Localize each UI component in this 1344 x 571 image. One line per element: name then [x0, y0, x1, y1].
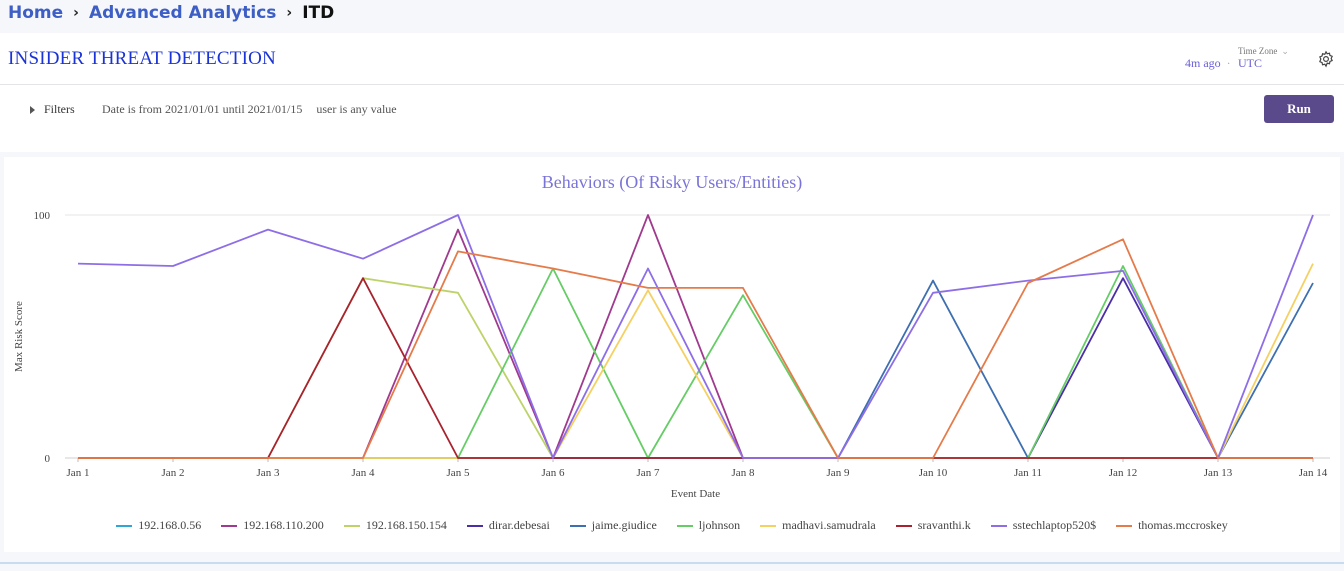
legend-swatch: [466, 524, 483, 527]
legend-item[interactable]: dirar.debesai: [466, 518, 550, 533]
x-tick-label: Jan 13: [1204, 467, 1233, 479]
chart-legend: 192.168.0.56 192.168.110.200 192.168.150.1…: [0, 518, 1344, 533]
series-line-sravanthi-k: [78, 277, 1313, 459]
legend-label: 192.168.150.154: [365, 518, 447, 532]
legend-item[interactable]: sravanthi.k: [895, 518, 971, 533]
y-tick-label: 100: [34, 210, 51, 222]
x-tick-label: Jan 3: [257, 467, 280, 479]
legend-swatch: [990, 524, 1007, 527]
legend-label: madhavi.samudrala: [782, 518, 876, 532]
legend-swatch: [116, 524, 133, 527]
x-tick-label: Jan 9: [827, 467, 850, 479]
series-line-thomas-mccroskey: [78, 238, 1313, 459]
x-tick-label: Jan 12: [1109, 467, 1137, 479]
legend-item[interactable]: thomas.mccroskey: [1116, 518, 1228, 533]
legend-item[interactable]: 192.168.110.200: [221, 518, 324, 533]
x-axis-label: Event Date: [671, 488, 720, 500]
legend-label: thomas.mccroskey: [1138, 518, 1228, 532]
series-line-madhavi-samudrala: [78, 263, 1314, 459]
legend-swatch: [343, 524, 360, 527]
legend-item[interactable]: ljohnson: [676, 518, 741, 533]
legend-label: jaime.giudice: [591, 518, 657, 532]
legend-swatch: [221, 524, 238, 527]
y-axis-label: Max Risk Score: [13, 301, 25, 372]
legend-label: 192.168.0.56: [138, 518, 202, 532]
x-tick-label: Jan 4: [352, 467, 375, 479]
legend-label: 192.168.110.200: [243, 518, 324, 532]
x-tick-label: Jan 14: [1299, 467, 1328, 479]
legend-item[interactable]: 192.168.150.154: [343, 518, 447, 533]
legend-label: ljohnson: [698, 518, 741, 532]
legend-item[interactable]: madhavi.samudrala: [760, 518, 876, 533]
legend-item[interactable]: jaime.giudice: [569, 518, 657, 533]
legend-item[interactable]: 192.168.0.56: [116, 518, 201, 533]
x-tick-label: Jan 5: [447, 467, 470, 479]
x-tick-label: Jan 11: [1014, 467, 1042, 479]
legend-label: sravanthi.k: [917, 518, 971, 532]
page-bottom-border: [0, 562, 1344, 564]
x-tick-label: Jan 7: [637, 467, 660, 479]
legend-swatch: [569, 524, 586, 527]
legend-swatch: [760, 524, 777, 527]
legend-label: sstechlaptop520$: [1012, 518, 1097, 532]
x-tick-label: Jan 8: [732, 467, 755, 479]
legend-swatch: [1116, 524, 1133, 527]
series-line-jaime-giudice: [78, 279, 1314, 459]
behaviors-line-chart: 0 100 Jan 1 Jan 2 Jan 3 Jan 4 Jan 5 Jan 6 Jan 7 J…: [13, 210, 1330, 500]
x-tick-label: Jan 1: [67, 467, 90, 479]
x-tick-label: Jan 10: [919, 467, 948, 479]
series-line-192-168-150-154: [78, 277, 1313, 459]
legend-swatch: [676, 524, 693, 527]
legend-swatch: [895, 524, 912, 527]
legend-label: dirar.debesai: [488, 518, 550, 532]
x-tick-label: Jan 6: [542, 467, 565, 479]
x-tick-label: Jan 2: [162, 467, 185, 479]
legend-item[interactable]: sstechlaptop520$: [990, 518, 1097, 533]
y-tick-label: 0: [45, 453, 51, 465]
series-line-dirar-debesai: [78, 277, 1313, 459]
